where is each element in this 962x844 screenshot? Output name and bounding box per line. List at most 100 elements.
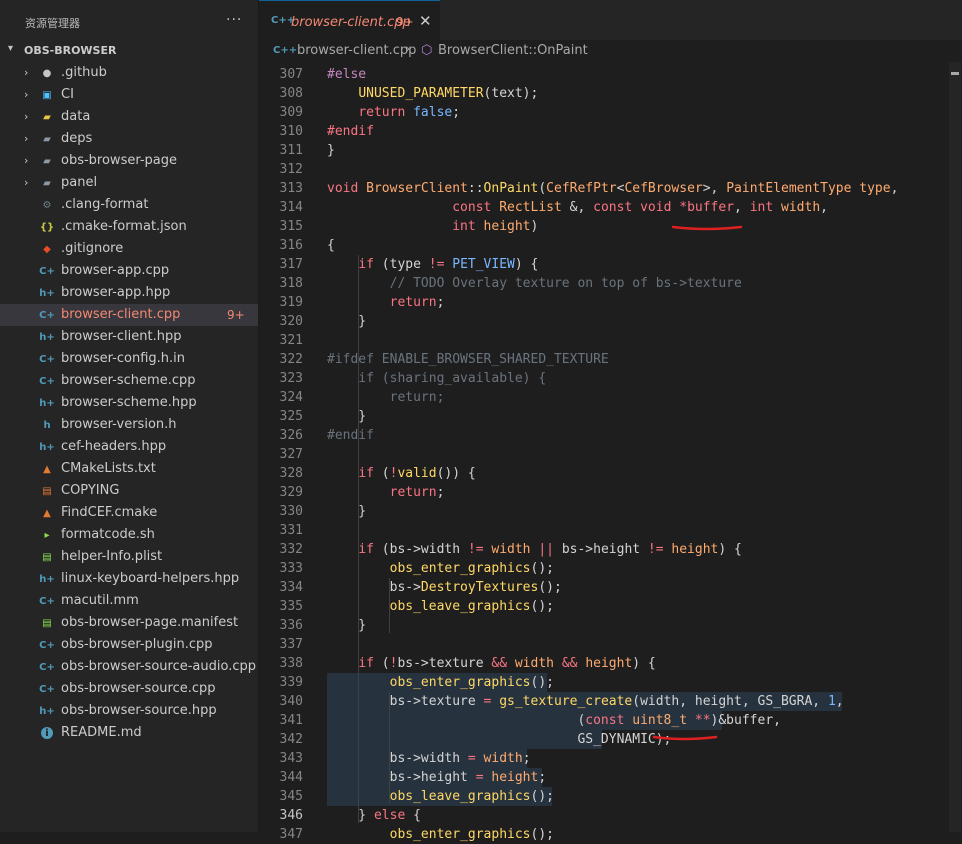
- cpp-icon: C+: [39, 683, 55, 695]
- folder-item[interactable]: › ▰ panel: [0, 172, 258, 194]
- file-item[interactable]: h+ browser-app.hpp: [0, 282, 258, 304]
- method-icon: ⬡: [421, 43, 433, 58]
- code-area[interactable]: 307 #else 308 UNUSED_PARAMETER(text); 309 r…: [259, 62, 962, 842]
- file-item[interactable]: C+ browser-config.h.in: [0, 348, 258, 370]
- item-label: deps: [61, 131, 93, 146]
- root-folder[interactable]: ▾ OBS-BROWSER: [0, 40, 258, 62]
- plist-icon: ▤: [42, 551, 52, 563]
- chevron-right-icon: ›: [24, 154, 29, 167]
- file-item[interactable]: ▤ helper-Info.plist: [0, 546, 258, 568]
- item-label: obs-browser-source.cpp: [61, 681, 216, 696]
- code-line[interactable]: return;: [327, 293, 445, 312]
- file-item[interactable]: h+ browser-client.hpp: [0, 326, 258, 348]
- code-line[interactable]: obs_enter_graphics();: [327, 825, 554, 844]
- folder-item[interactable]: › ▣ CI: [0, 84, 258, 106]
- code-line[interactable]: const RectList &, const void *buffer, in…: [327, 198, 828, 217]
- file-item[interactable]: h+ obs-browser-source.hpp: [0, 700, 258, 722]
- file-item[interactable]: ◆ .gitignore: [0, 238, 258, 260]
- code-line[interactable]: bs->DestroyTextures();: [327, 578, 562, 597]
- line-number: 338: [279, 656, 303, 671]
- code-line[interactable]: #else: [327, 65, 366, 84]
- line-number: 341: [279, 713, 303, 728]
- file-item[interactable]: i README.md: [0, 722, 258, 744]
- file-item[interactable]: C+ macutil.mm: [0, 590, 258, 612]
- chevron-right-icon: ›: [24, 66, 29, 79]
- breadcrumb-file[interactable]: browser-client.cpp: [297, 43, 416, 58]
- file-item[interactable]: h+ linux-keyboard-helpers.hpp: [0, 568, 258, 590]
- close-icon[interactable]: ✕: [419, 12, 432, 30]
- file-item[interactable]: h+ cef-headers.hpp: [0, 436, 258, 458]
- manifest-icon: ▤: [42, 617, 52, 629]
- item-label: panel: [61, 175, 98, 190]
- code-line[interactable]: #endif: [327, 122, 374, 141]
- code-line[interactable]: }: [327, 312, 366, 331]
- code-line[interactable]: if (!valid()) {: [327, 464, 475, 483]
- file-item[interactable]: C+ browser-app.cpp: [0, 260, 258, 282]
- code-line[interactable]: void BrowserClient::OnPaint(CefRefPtr<Ce…: [327, 179, 898, 198]
- file-item[interactable]: h browser-version.h: [0, 414, 258, 436]
- file-item[interactable]: ▤ obs-browser-page.manifest: [0, 612, 258, 634]
- hpp-icon: h+: [39, 287, 55, 299]
- code-line[interactable]: #ifdef ENABLE_BROWSER_SHARED_TEXTURE: [327, 350, 609, 369]
- folder-item[interactable]: › ▰ deps: [0, 128, 258, 150]
- file-item[interactable]: C+ obs-browser-plugin.cpp: [0, 634, 258, 656]
- code-line[interactable]: obs_leave_graphics();: [327, 787, 554, 806]
- code-line[interactable]: int height): [327, 217, 538, 236]
- code-line[interactable]: bs->texture = gs_texture_create(width, h…: [327, 692, 844, 711]
- code-line[interactable]: obs_leave_graphics();: [327, 597, 554, 616]
- code-line[interactable]: GS_DYNAMIC);: [327, 730, 671, 749]
- code-line[interactable]: #endif: [327, 426, 374, 445]
- code-line[interactable]: bs->height = height;: [327, 768, 547, 787]
- breadcrumb-symbol[interactable]: BrowserClient::OnPaint: [438, 43, 588, 58]
- file-item[interactable]: ⚙ .clang-format: [0, 194, 258, 216]
- code-line[interactable]: }: [327, 141, 335, 160]
- file-item[interactable]: {} .cmake-format.json: [0, 216, 258, 238]
- item-label: data: [61, 109, 91, 124]
- cpp-icon: C+: [39, 353, 55, 365]
- code-line[interactable]: if (bs->width != width || bs->height != …: [327, 540, 742, 559]
- code-line[interactable]: // TODO Overlay texture on top of bs->te…: [327, 274, 742, 293]
- line-number: 311: [279, 143, 303, 158]
- file-item[interactable]: h+ browser-scheme.hpp: [0, 392, 258, 414]
- vertical-scrollbar[interactable]: [949, 62, 961, 832]
- item-label: .cmake-format.json: [61, 219, 187, 234]
- code-line[interactable]: if (!bs->texture && width && height) {: [327, 654, 655, 673]
- code-line[interactable]: }: [327, 616, 366, 635]
- code-line[interactable]: UNUSED_PARAMETER(text);: [327, 84, 538, 103]
- item-label: .gitignore: [61, 241, 124, 256]
- file-item[interactable]: C+ obs-browser-source.cpp: [0, 678, 258, 700]
- code-line[interactable]: return false;: [327, 103, 460, 122]
- folder-item[interactable]: › ▰ obs-browser-page: [0, 150, 258, 172]
- code-line[interactable]: if (sharing_available) {: [327, 369, 546, 388]
- cpp-icon: C++: [273, 45, 298, 56]
- folder-item[interactable]: › ▰ data: [0, 106, 258, 128]
- more-actions-icon[interactable]: ···: [226, 12, 242, 28]
- item-label: .clang-format: [61, 197, 149, 212]
- file-item[interactable]: C+ browser-client.cpp 9+: [0, 304, 258, 326]
- cpp-icon: C+: [39, 375, 55, 387]
- file-item[interactable]: ▤ COPYING: [0, 480, 258, 502]
- file-item[interactable]: C+ obs-browser-source-audio.cpp: [0, 656, 258, 678]
- root-folder-label: OBS-BROWSER: [24, 44, 117, 57]
- file-item[interactable]: ▲ FindCEF.cmake: [0, 502, 258, 524]
- tab-browser-client-cpp[interactable]: C++ browser-client.cpp 9+ ✕: [259, 0, 440, 41]
- code-line[interactable]: } else {: [327, 806, 421, 825]
- line-number: 345: [279, 789, 303, 804]
- code-line[interactable]: }: [327, 407, 366, 426]
- line-number: 315: [279, 219, 303, 234]
- code-line[interactable]: {: [327, 236, 335, 255]
- code-line[interactable]: return;: [327, 483, 445, 502]
- code-line[interactable]: (const uint8_t **)&buffer,: [327, 711, 781, 730]
- file-item[interactable]: ▸ formatcode.sh: [0, 524, 258, 546]
- folder-icon: ▰: [43, 133, 51, 145]
- code-line[interactable]: return;: [327, 388, 445, 407]
- file-item[interactable]: C+ browser-scheme.cpp: [0, 370, 258, 392]
- code-line[interactable]: obs_enter_graphics();: [327, 559, 554, 578]
- cmake-icon: ▲: [43, 463, 51, 475]
- file-item[interactable]: ▲ CMakeLists.txt: [0, 458, 258, 480]
- code-line[interactable]: obs_enter_graphics();: [327, 673, 554, 692]
- code-line[interactable]: }: [327, 502, 366, 521]
- problems-badge: 9+: [227, 308, 245, 322]
- folder-item[interactable]: › ● .github: [0, 62, 258, 84]
- json-icon: {}: [39, 221, 55, 233]
